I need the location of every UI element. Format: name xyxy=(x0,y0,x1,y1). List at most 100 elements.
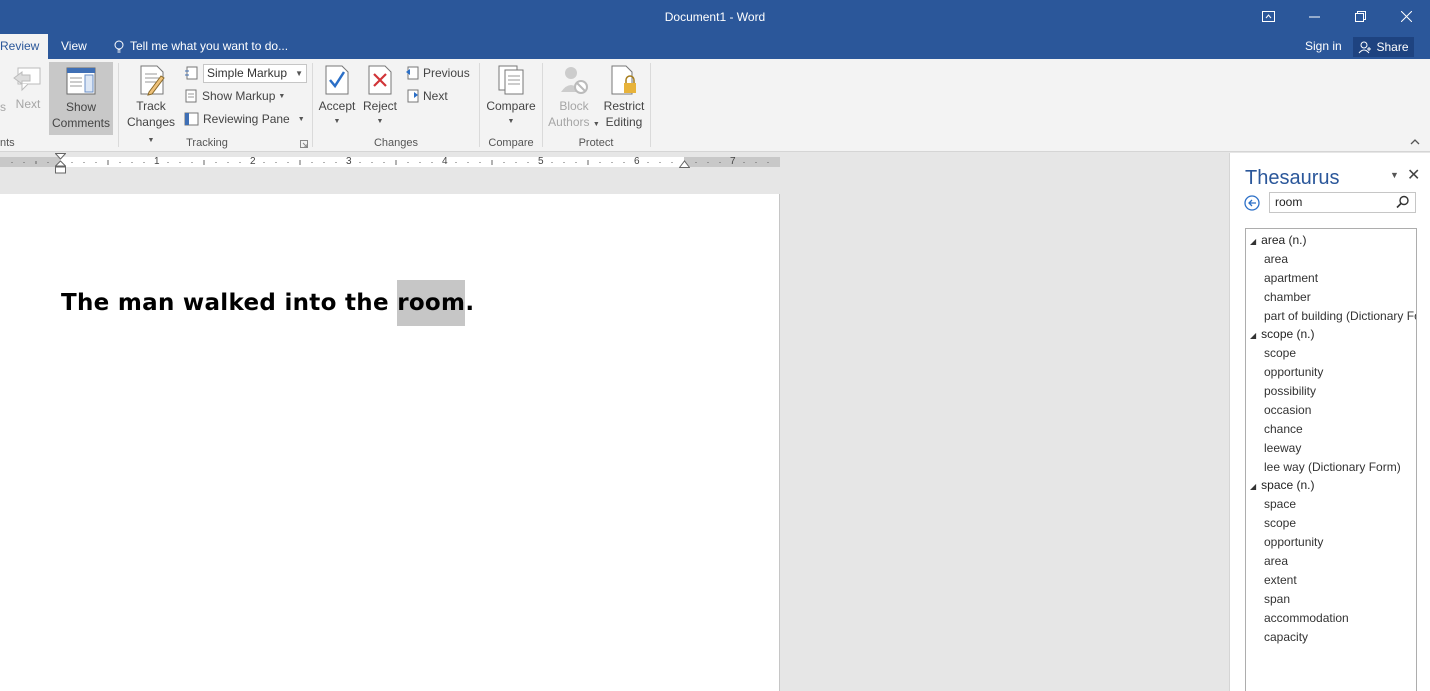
markup-select-value: Simple Markup xyxy=(207,66,288,80)
reject-button[interactable]: Reject ▼ xyxy=(360,64,400,130)
ruler-number: 7 xyxy=(730,156,736,167)
list-item[interactable]: accommodation xyxy=(1264,611,1349,625)
list-item[interactable]: chamber xyxy=(1264,290,1311,304)
previous-change-button[interactable]: Previous xyxy=(405,63,470,83)
thesaurus-pane: Thesaurus ▼ ✕ room ◢ area (n.) area apart… xyxy=(1229,153,1430,691)
list-item[interactable]: chance xyxy=(1264,422,1303,436)
list-item[interactable]: area xyxy=(1264,554,1288,568)
reviewing-pane-button[interactable]: Reviewing Pane ▼ xyxy=(184,109,305,129)
right-indent-marker-icon[interactable] xyxy=(679,159,690,169)
share-button[interactable]: Share xyxy=(1353,37,1414,57)
list-heading[interactable]: ◢ space (n.) xyxy=(1250,478,1315,492)
minimize-icon xyxy=(1308,16,1320,17)
person-icon xyxy=(1359,41,1372,53)
list-item[interactable]: extent xyxy=(1264,573,1297,587)
previous-comment-button[interactable]: s xyxy=(0,99,8,115)
block-authors-label-1: Block xyxy=(559,99,589,113)
lightbulb-icon xyxy=(114,40,124,52)
chevron-down-icon: ▼ xyxy=(333,118,341,125)
list-item[interactable]: scope xyxy=(1264,346,1296,360)
close-icon xyxy=(1400,10,1412,22)
accept-button[interactable]: Accept ▼ xyxy=(316,64,358,130)
ruler-number: 3 xyxy=(346,156,352,167)
back-arrow-icon[interactable] xyxy=(1244,195,1260,211)
group-separator xyxy=(542,63,543,147)
show-comments-button[interactable]: Show Comments xyxy=(49,62,113,135)
chevron-down-icon: ▼ xyxy=(147,137,155,144)
block-authors-button[interactable]: Block Authors ▼ xyxy=(546,64,602,133)
next-change-button[interactable]: Next xyxy=(405,86,448,106)
compare-button[interactable]: Compare ▼ xyxy=(483,64,539,130)
list-item[interactable]: span xyxy=(1264,592,1290,606)
comments-group-label: nts xyxy=(0,137,15,149)
document-page[interactable]: The man walked into the room. xyxy=(0,194,780,691)
horizontal-ruler[interactable]: 1 2 3 4 5 6 7 xyxy=(0,153,780,175)
show-markup-label: Show Markup xyxy=(202,89,276,103)
show-comments-label-1: Show xyxy=(65,100,97,114)
list-item[interactable]: leeway xyxy=(1264,441,1301,455)
ruler-number: 5 xyxy=(538,156,544,167)
sign-in-link[interactable]: Sign in xyxy=(1305,34,1342,59)
track-changes-label-2: Changes xyxy=(126,115,176,129)
selected-word[interactable]: room xyxy=(397,280,466,326)
tell-me-box[interactable]: Tell me what you want to do... xyxy=(114,34,288,59)
list-item[interactable]: capacity xyxy=(1264,630,1308,644)
minimize-button[interactable] xyxy=(1291,0,1337,32)
list-item[interactable]: occasion xyxy=(1264,403,1311,417)
show-markup-button[interactable]: Show Markup ▼ xyxy=(184,86,285,106)
list-item[interactable]: scope xyxy=(1264,516,1296,530)
list-item[interactable]: apartment xyxy=(1264,271,1318,285)
next-change-icon xyxy=(407,89,419,103)
indent-marker-icon[interactable] xyxy=(55,153,66,175)
list-heading[interactable]: ◢ scope (n.) xyxy=(1250,327,1315,341)
track-changes-button[interactable]: Track Changes ▼ xyxy=(122,64,180,149)
document-paragraph[interactable]: The man walked into the room. xyxy=(61,280,475,326)
display-for-review-icon xyxy=(185,66,198,80)
search-icon[interactable] xyxy=(1396,195,1410,209)
ribbon-display-options-button[interactable] xyxy=(1245,0,1291,32)
pane-options-icon[interactable]: ▼ xyxy=(1390,170,1399,180)
show-markup-icon xyxy=(185,89,197,103)
accept-label: Accept xyxy=(318,99,356,113)
chevron-down-icon: ▼ xyxy=(297,115,305,123)
list-item[interactable]: space xyxy=(1264,497,1296,511)
list-item[interactable]: possibility xyxy=(1264,384,1316,398)
restore-button[interactable] xyxy=(1337,0,1383,32)
chevron-down-icon: ▼ xyxy=(278,92,286,100)
tell-me-text: Tell me what you want to do... xyxy=(130,39,289,53)
lock-document-icon xyxy=(611,65,636,95)
list-item[interactable]: opportunity xyxy=(1264,365,1323,379)
ruler-number: 4 xyxy=(442,156,448,167)
show-comments-icon xyxy=(66,67,96,95)
close-window-button[interactable] xyxy=(1383,0,1429,32)
chevron-down-icon: ▼ xyxy=(592,121,600,128)
close-pane-icon[interactable]: ✕ xyxy=(1407,165,1420,185)
restrict-editing-button[interactable]: Restrict Editing xyxy=(600,64,648,130)
show-comments-label-2: Comments xyxy=(51,116,110,130)
restrict-editing-label-1: Restrict xyxy=(603,99,645,113)
next-comment-button[interactable]: Next xyxy=(10,64,46,112)
next-change-label: Next xyxy=(423,89,448,103)
list-heading[interactable]: ◢ area (n.) xyxy=(1250,233,1307,247)
tab-review[interactable]: Review xyxy=(0,34,49,59)
tab-view[interactable]: View xyxy=(52,34,96,59)
reviewing-pane-label: Reviewing Pane xyxy=(203,112,290,126)
block-authors-icon xyxy=(561,67,588,94)
reject-label: Reject xyxy=(362,99,397,113)
thesaurus-search-input[interactable]: room xyxy=(1269,192,1416,213)
dialog-launcher-icon[interactable] xyxy=(300,140,308,148)
next-comment-icon xyxy=(13,67,41,92)
compare-icon xyxy=(498,65,524,95)
ruler-number: 6 xyxy=(634,156,640,167)
track-changes-label-1: Track xyxy=(136,99,166,113)
paragraph-end: . xyxy=(465,290,475,316)
markup-select[interactable]: Simple Markup ▼ xyxy=(203,64,307,83)
list-item[interactable]: opportunity xyxy=(1264,535,1323,549)
list-item[interactable]: part of building (Dictionary Form) xyxy=(1264,309,1416,323)
list-item[interactable]: area xyxy=(1264,252,1288,266)
accept-icon xyxy=(325,65,349,95)
collapse-ribbon-icon[interactable] xyxy=(1410,138,1420,146)
ribbon-display-icon xyxy=(1261,10,1275,22)
ribbon-tabs: Review View Tell me what you want to do.… xyxy=(0,34,1430,59)
list-item[interactable]: lee way (Dictionary Form) xyxy=(1264,460,1401,474)
